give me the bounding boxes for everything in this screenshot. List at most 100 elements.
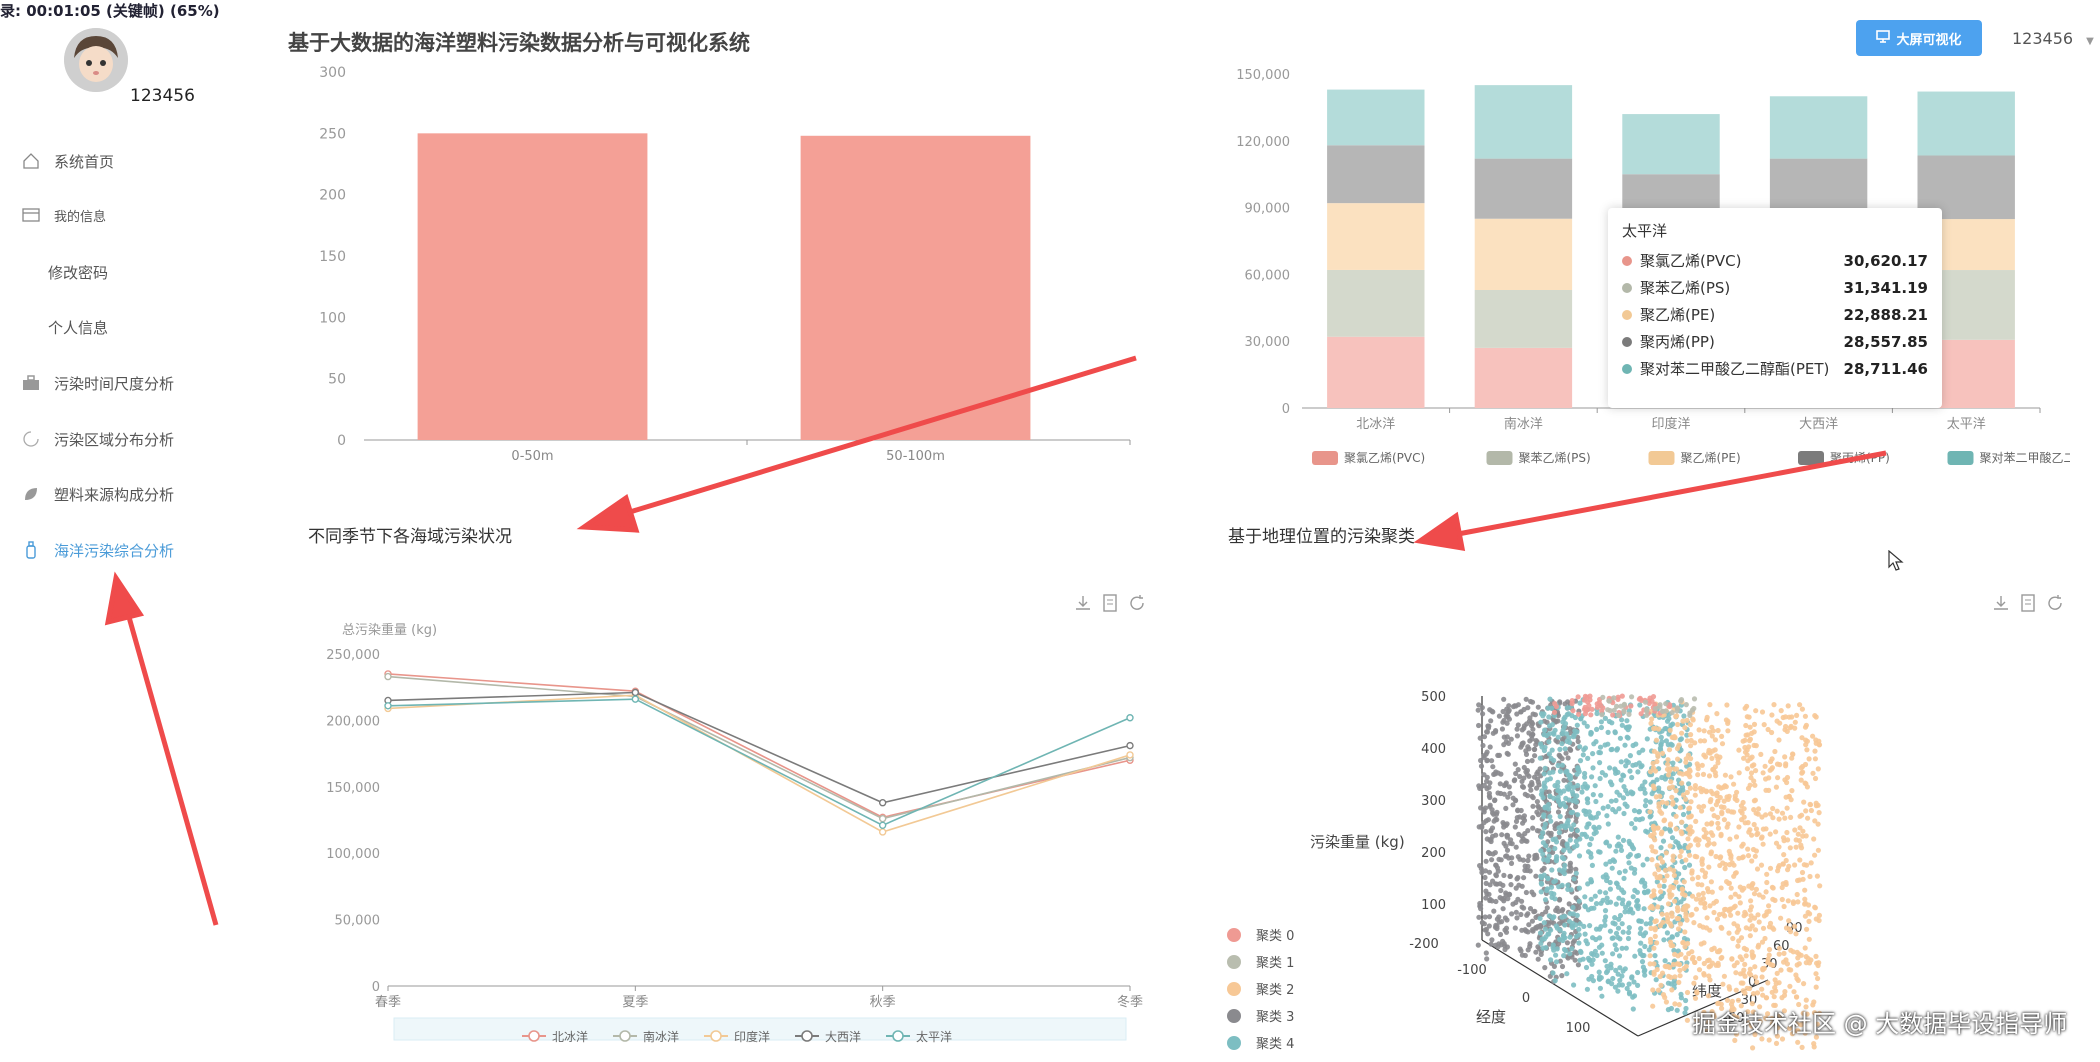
refresh-icon[interactable] (2046, 594, 2064, 617)
sidebar-item-my-info[interactable]: 我的信息 (20, 202, 106, 228)
scatter-point (1615, 925, 1622, 931)
scatter-point (1626, 838, 1632, 844)
scatter-point (1706, 750, 1712, 756)
download-icon[interactable] (1992, 594, 2010, 617)
scatter-point (1678, 697, 1685, 703)
data-view-icon[interactable] (2020, 594, 2036, 617)
scatter-point (1598, 792, 1604, 798)
scatter-point (1567, 781, 1573, 787)
scatter-point (1593, 901, 1600, 907)
user-menu[interactable]: 123456 ▼ (2012, 29, 2094, 48)
sidebar-item-time-analysis[interactable]: 污染时间尺度分析 (20, 370, 174, 396)
scatter-point (1714, 711, 1720, 717)
scatter-point (1765, 980, 1771, 986)
sidebar-item-ocean-analysis[interactable]: 海洋污染综合分析 (20, 537, 174, 563)
scatter-point (1483, 950, 1489, 956)
scatter-point (1671, 872, 1677, 878)
scatter-point (1609, 935, 1615, 941)
sidebar-item-personal-info[interactable]: 个人信息 (48, 314, 108, 340)
tooltip-title: 太平洋 (1622, 222, 1668, 240)
y-tick-label: 30,000 (1245, 335, 1291, 350)
legend-marker (892, 1030, 904, 1042)
scatter-point (1784, 829, 1790, 836)
sidebar-item-source-analysis[interactable]: 塑料来源构成分析 (20, 481, 174, 507)
scatter-point (1726, 930, 1732, 936)
scatter-point (1602, 772, 1609, 778)
scatter-point (1671, 868, 1677, 874)
scatter-point (1613, 901, 1619, 907)
scatter-point (1641, 906, 1647, 912)
scatter-point (1481, 820, 1487, 826)
scatter-point (1576, 926, 1582, 932)
scatter-point (1478, 763, 1485, 769)
scatter-point (1559, 756, 1565, 762)
y-tick-label: 150,000 (1236, 68, 1290, 83)
scatter-point (1657, 855, 1663, 861)
scatter-point (1563, 750, 1569, 756)
scatter-point (1789, 788, 1795, 794)
scatter-point (1661, 883, 1667, 889)
scatter-point (1567, 911, 1573, 917)
scatter-point (1748, 972, 1754, 978)
scatter-point (1534, 771, 1540, 777)
scatter-point (1706, 773, 1713, 779)
scatter-point (1585, 755, 1591, 761)
y-tick-label: 60,000 (1245, 268, 1291, 283)
scatter-point (1808, 807, 1814, 814)
sidebar-item-change-password[interactable]: 修改密码 (48, 259, 108, 285)
scatter-point (1574, 828, 1580, 834)
scatter-point (1562, 714, 1568, 720)
scatter-point (1612, 915, 1618, 921)
scatter-point (1581, 697, 1588, 703)
scatter-point (1625, 901, 1631, 908)
scatter-point (1482, 874, 1488, 881)
scatter-point (1799, 1044, 1805, 1050)
scatter-point (1769, 765, 1775, 771)
scatter-point (1766, 946, 1773, 953)
scatter-point (1480, 711, 1486, 717)
scatter-point (1702, 834, 1708, 840)
scatter-point (1541, 813, 1547, 820)
scatter-point (1579, 789, 1585, 795)
scatter-point (1502, 927, 1508, 933)
scatter-point (1741, 806, 1747, 812)
scatter-point (1778, 915, 1784, 921)
scatter-point (1657, 883, 1663, 889)
scatter-point (1713, 773, 1719, 779)
sidebar-item-home[interactable]: 系统首页 (20, 148, 114, 174)
scatter-point (1677, 805, 1683, 811)
scatter-point (1530, 825, 1536, 831)
scatter-point (1790, 899, 1796, 905)
scatter-point (1807, 873, 1813, 880)
scatter-point (1687, 774, 1693, 780)
scatter-point (1756, 919, 1762, 925)
sidebar-item-region-analysis[interactable]: 污染区域分布分析 (20, 426, 174, 452)
stacked-bar-segment (1474, 218, 1573, 290)
scatter-point (1649, 698, 1655, 704)
legend-marker (619, 1030, 631, 1042)
scatter-point (1602, 958, 1608, 964)
stacked-bar-segment (1769, 96, 1868, 159)
scatter-point (1621, 773, 1627, 779)
scatter-point (1571, 822, 1577, 828)
avatar[interactable] (64, 28, 128, 92)
scatter-point (1782, 754, 1788, 760)
scatter-point (1627, 907, 1633, 913)
legend-label: 聚类 1 (1256, 956, 1294, 971)
scatter-point (1698, 941, 1704, 947)
scatter-point (1797, 857, 1803, 863)
bigscreen-button[interactable]: 大屏可视化 (1856, 20, 1982, 56)
scatter-point (1620, 929, 1626, 935)
scatter-point (1725, 796, 1731, 802)
scatter-point (1613, 946, 1619, 953)
scatter-point (1542, 727, 1548, 733)
scatter-point (1724, 702, 1730, 708)
scatter-point (1538, 719, 1544, 725)
scatter-point (1520, 784, 1527, 790)
tooltip-value: 30,620.17 (1843, 251, 1928, 270)
scatter-point (1484, 956, 1490, 962)
scatter-point (1692, 853, 1698, 859)
scatter-point (1799, 869, 1806, 876)
scatter-point (1747, 907, 1753, 913)
scatter-point (1573, 838, 1579, 844)
